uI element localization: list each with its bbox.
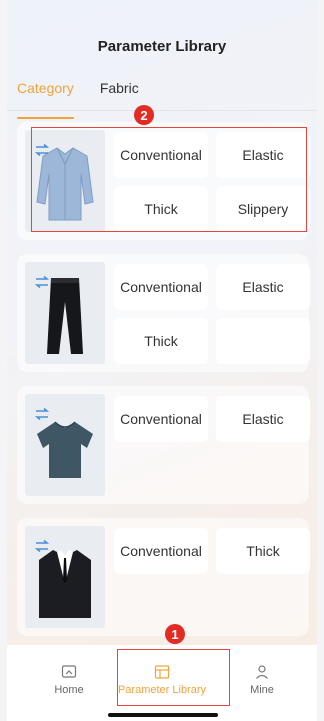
tabbar-label: Mine	[250, 684, 274, 696]
trousers-icon	[47, 278, 83, 354]
option-chip[interactable]: Elastic	[216, 396, 310, 442]
garment-thumbnail[interactable]	[25, 394, 105, 496]
option-chip[interactable]: Thick	[114, 318, 208, 364]
tabbar-item-parameter-library[interactable]: Parameter Library	[112, 645, 212, 705]
tabbar-label: Home	[54, 684, 84, 696]
suit-icon	[39, 550, 91, 618]
option-chip[interactable]: Thick	[216, 528, 310, 574]
shirt-icon	[36, 147, 94, 221]
option-chip[interactable]	[216, 318, 310, 364]
annotation-badge-1: 1	[165, 624, 185, 644]
garment-thumbnail[interactable]	[25, 526, 105, 628]
bottom-tab-bar: Home Parameter Library Mine	[7, 645, 317, 721]
category-tabs: Category Fabric	[17, 80, 139, 119]
tab-category[interactable]: Category	[17, 80, 74, 119]
option-chip[interactable]: Thick	[114, 186, 208, 232]
option-chip[interactable]: Slippery	[216, 186, 310, 232]
home-icon	[61, 665, 77, 678]
garment-card: Conventional Thick	[17, 518, 310, 636]
garment-thumbnail[interactable]	[25, 130, 105, 232]
annotation-badge-2: 2	[134, 105, 154, 125]
garment-card: Conventional Elastic	[17, 386, 310, 504]
page-title: Parameter Library	[97, 38, 227, 55]
garment-card: Conventional Elastic Thick	[17, 254, 310, 372]
swap-icon[interactable]	[35, 276, 49, 288]
tabbar-item-home[interactable]: Home	[19, 645, 119, 705]
swap-icon[interactable]	[35, 408, 49, 420]
tabbar-item-mine[interactable]: Mine	[212, 645, 312, 705]
option-chip[interactable]: Conventional	[114, 264, 208, 310]
tabbar-label: Parameter Library	[117, 684, 207, 696]
option-chip[interactable]: Conventional	[114, 396, 208, 442]
swap-icon[interactable]	[35, 540, 49, 552]
tabs-divider	[7, 110, 317, 111]
home-indicator	[108, 713, 218, 717]
option-chip[interactable]: Conventional	[114, 528, 208, 574]
tab-fabric[interactable]: Fabric	[100, 80, 139, 108]
swap-icon[interactable]	[35, 144, 49, 156]
library-icon	[154, 665, 170, 679]
tshirt-icon	[37, 421, 93, 478]
option-chip[interactable]: Elastic	[216, 264, 310, 310]
option-chip[interactable]: Elastic	[216, 132, 310, 178]
garment-thumbnail[interactable]	[25, 262, 105, 364]
person-icon	[256, 665, 268, 679]
garment-card: Conventional Elastic Thick Slippery	[17, 122, 310, 240]
option-chip[interactable]: Conventional	[114, 132, 208, 178]
